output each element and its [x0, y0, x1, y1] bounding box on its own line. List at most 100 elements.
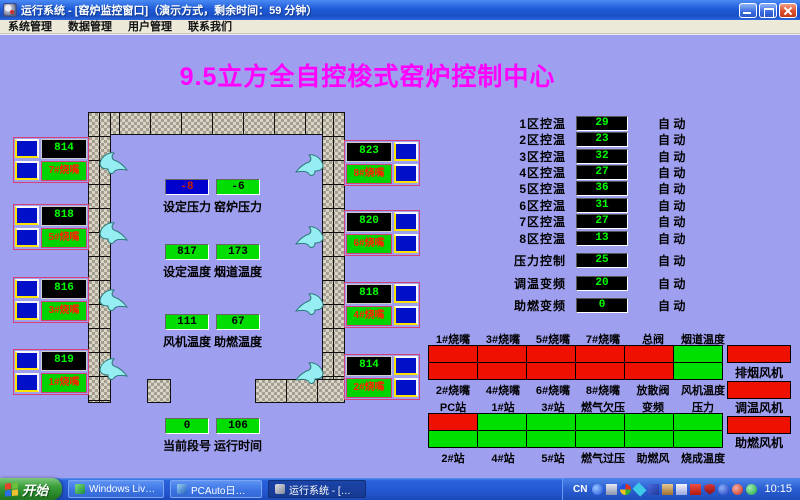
burner-module-6: 820 6#烧嘴 [344, 210, 420, 256]
window-titlebar[interactable]: 运行系统 - [窑炉监控窗口]（演示方式，剩余时间：59 分钟） [0, 0, 800, 20]
diamond-icon[interactable] [633, 482, 647, 496]
taskbar-task-run-system[interactable]: 运行系统 - [窑炉... [268, 480, 366, 498]
burner-label: 6#烧嘴 [346, 234, 392, 254]
menu-user[interactable]: 用户管理 [120, 20, 180, 34]
zone-mode[interactable]: 自 动 [658, 180, 685, 197]
zone-mode[interactable]: 自 动 [658, 275, 685, 292]
burner-indicator[interactable] [394, 142, 418, 161]
burner-module-4: 818 4#烧嘴 [344, 282, 420, 328]
menu-contact[interactable]: 联系我们 [180, 20, 240, 34]
status-label: 1#烧嘴 [428, 331, 478, 344]
display-icon[interactable] [606, 484, 617, 495]
app-icon [3, 3, 17, 17]
close-button[interactable] [779, 3, 797, 18]
burner-indicator[interactable] [394, 164, 418, 183]
status-label: 压力 [678, 399, 728, 412]
burner-indicator[interactable] [15, 373, 39, 392]
zone-value-display[interactable]: 13 [576, 231, 628, 246]
burner-indicator[interactable] [394, 212, 418, 231]
zone-label: 4区控温 [482, 164, 566, 181]
burner-indicator[interactable] [394, 378, 418, 397]
flue-temp-display: 173 [216, 244, 260, 260]
burner-temp-display: 814 [346, 356, 392, 376]
burner-indicator[interactable] [394, 284, 418, 303]
flame-icon [295, 224, 325, 250]
burner-indicator[interactable] [15, 139, 39, 158]
burner-label: 8#烧嘴 [346, 164, 392, 184]
burner-indicator[interactable] [15, 206, 39, 225]
taskbar-task-pcauto-log[interactable]: PCAuto日志系统 [170, 480, 262, 498]
burner-label: 7#烧嘴 [41, 161, 87, 181]
fan-temp-label: 风机温度 [163, 333, 211, 350]
set-pressure-display[interactable]: -8 [165, 179, 209, 195]
update-icon[interactable] [746, 484, 757, 495]
zone-label: 2区控温 [482, 131, 566, 148]
burner-temp-display: 814 [41, 139, 87, 159]
zone-mode[interactable]: 自 动 [658, 131, 685, 148]
zone-value-display[interactable]: 20 [576, 276, 628, 291]
windows-logo-icon [5, 482, 18, 496]
menu-system[interactable]: 系统管理 [0, 20, 60, 34]
status-cell [624, 362, 674, 380]
messenger-icon [75, 484, 85, 494]
segment-label: 当前段号 [163, 437, 211, 454]
zone-mode[interactable]: 自 动 [658, 115, 685, 132]
zone-value-display[interactable]: 0 [576, 298, 628, 313]
status-label: 5#站 [528, 450, 578, 463]
network-icon[interactable] [648, 484, 659, 495]
burner-indicator[interactable] [15, 351, 39, 370]
zone-label: 6区控温 [482, 197, 566, 214]
start-button[interactable]: 开始 [0, 478, 62, 500]
status-label: 3#烧嘴 [478, 331, 528, 344]
exhaust-fan-label: 排烟风机 [726, 364, 792, 381]
status-label: PC站 [428, 399, 478, 412]
pressure-control-row: 压力控制25自 动 [482, 252, 732, 268]
zone-mode[interactable]: 自 动 [658, 252, 685, 269]
zone-mode[interactable]: 自 动 [658, 197, 685, 214]
zone-mode[interactable]: 自 动 [658, 164, 685, 181]
zone-mode[interactable]: 自 动 [658, 297, 685, 314]
zone-value-display[interactable]: 32 [576, 149, 628, 164]
zone-mode[interactable]: 自 动 [658, 230, 685, 247]
language-indicator[interactable]: CN [573, 484, 587, 495]
status-grid-stations: PC站 1#站 3#站 燃气欠压 变频 压力 2#站 4#站 5#站 [428, 399, 728, 464]
burner-indicator[interactable] [394, 306, 418, 325]
restore-button[interactable] [759, 3, 777, 18]
zone-value-display[interactable]: 23 [576, 132, 628, 147]
zone-value-display[interactable]: 25 [576, 253, 628, 268]
color-ball-icon[interactable] [620, 484, 631, 495]
zone-value-display[interactable]: 31 [576, 198, 628, 213]
status-label: 燃气欠压 [578, 399, 628, 412]
burner-indicator[interactable] [15, 228, 39, 247]
set-temp-display[interactable]: 817 [165, 244, 209, 260]
antivirus-icon[interactable] [690, 484, 701, 495]
status-cell [526, 362, 576, 380]
zone-value-display[interactable]: 29 [576, 116, 628, 131]
burner-label: 3#烧嘴 [41, 301, 87, 321]
taskbar-task-messenger[interactable]: Windows Live Mes... [68, 480, 164, 498]
shield-icon[interactable] [704, 484, 715, 495]
burner-indicator[interactable] [394, 234, 418, 253]
burner-indicator[interactable] [15, 279, 39, 298]
chart-icon[interactable] [676, 484, 687, 495]
status-label: 2#烧嘴 [428, 382, 478, 395]
minimize-button[interactable] [739, 3, 757, 18]
zone-value-display[interactable]: 36 [576, 181, 628, 196]
back-arrow-icon[interactable] [592, 484, 603, 495]
zone-value-display[interactable]: 27 [576, 214, 628, 229]
burner-temp-display: 820 [346, 212, 392, 232]
status-cell [477, 413, 527, 431]
users-icon[interactable] [662, 484, 673, 495]
zone-mode[interactable]: 自 动 [658, 213, 685, 230]
burner-indicator[interactable] [394, 356, 418, 375]
phone-icon[interactable] [732, 484, 743, 495]
page-title: 9.5立方全自控梭式窑炉控制中心 [170, 57, 565, 93]
menu-data[interactable]: 数据管理 [60, 20, 120, 34]
messenger-ball-icon[interactable] [718, 484, 729, 495]
fan-temp-displays: 111 67 风机温度 助燃温度 [163, 314, 262, 350]
zone-mode[interactable]: 自 动 [658, 148, 685, 165]
status-cell [428, 362, 478, 380]
burner-indicator[interactable] [15, 301, 39, 320]
burner-indicator[interactable] [15, 161, 39, 180]
zone-value-display[interactable]: 27 [576, 165, 628, 180]
